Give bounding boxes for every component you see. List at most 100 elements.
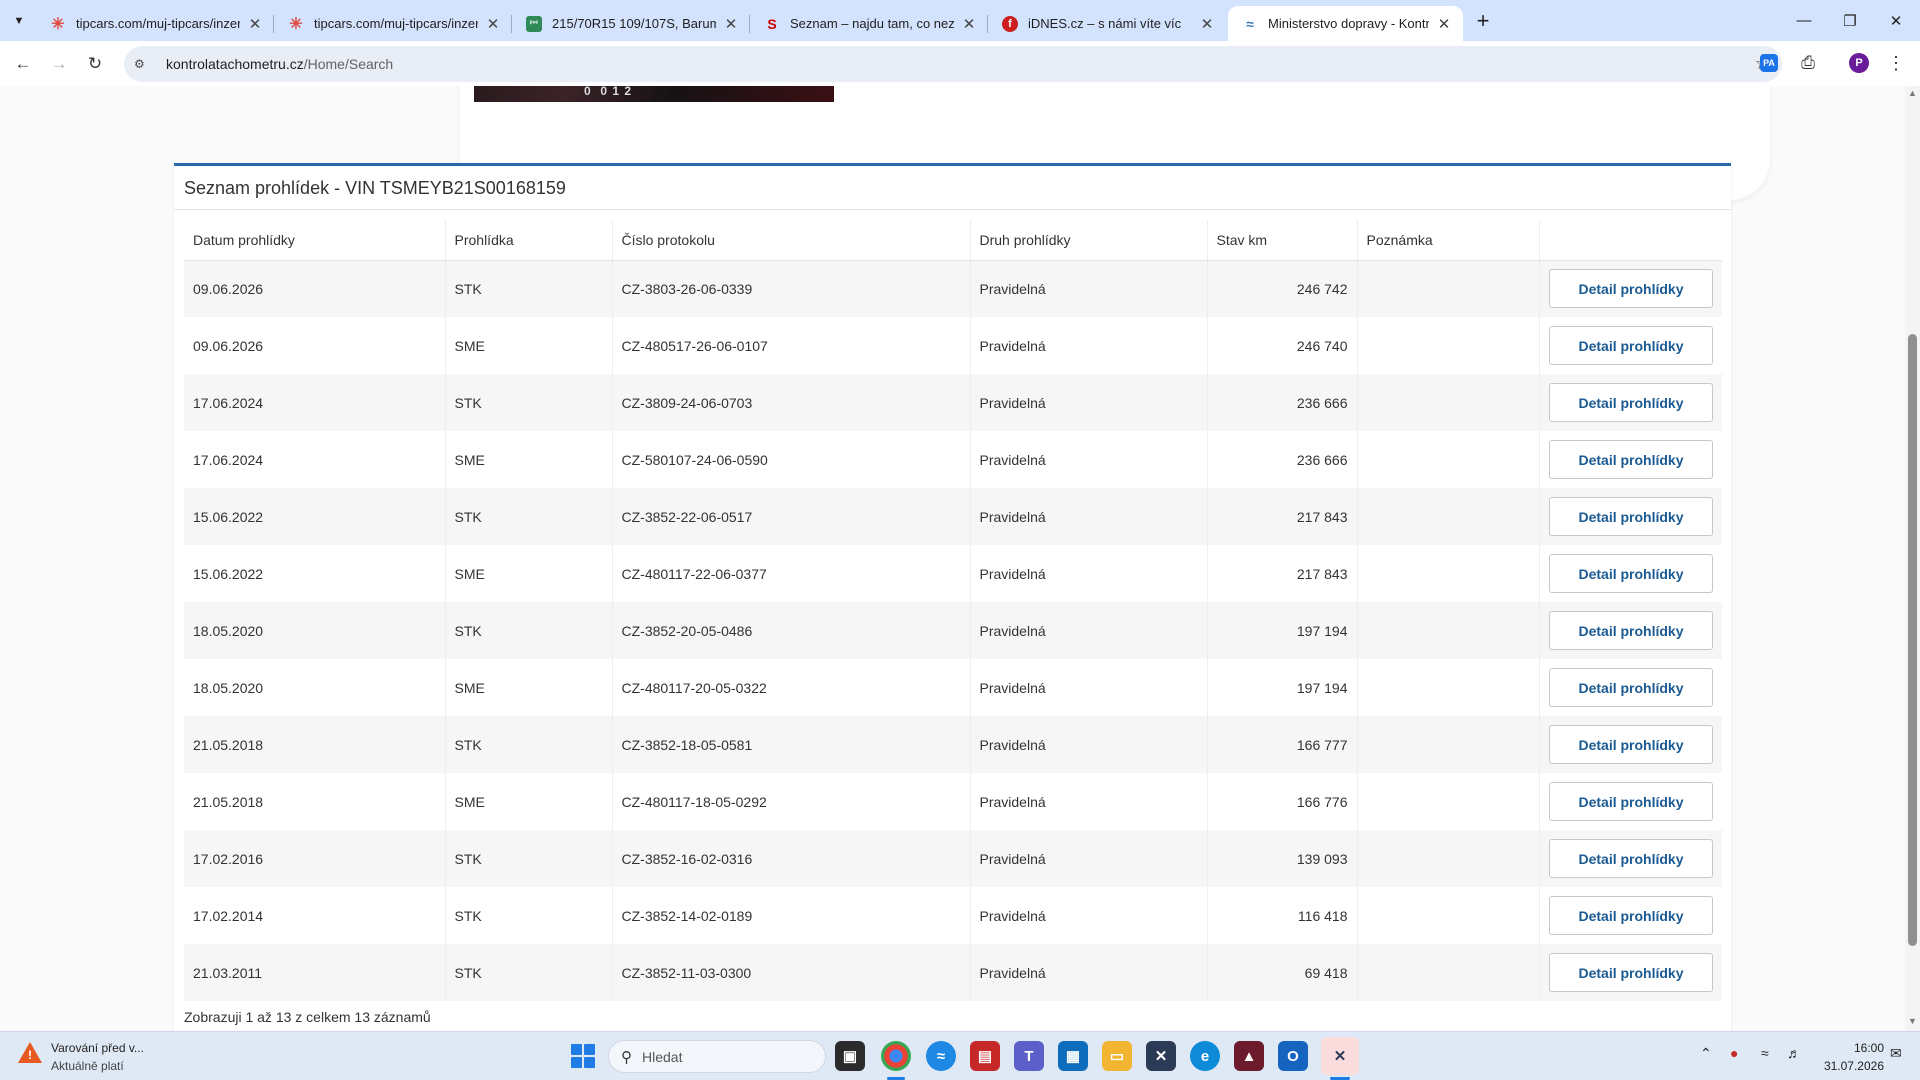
cell-action: Detail prohlídky (1538, 431, 1722, 488)
detail-inspection-button[interactable]: Detail prohlídky (1549, 269, 1713, 309)
outlook-icon[interactable]: O (1278, 1041, 1308, 1071)
detail-inspection-button[interactable]: Detail prohlídky (1549, 839, 1713, 878)
detail-inspection-button[interactable]: Detail prohlídky (1549, 440, 1713, 479)
cell-note (1356, 431, 1539, 488)
browser-tab-5-active[interactable]: ≈ Ministerstvo dopravy - Kontrola ✕ (1228, 6, 1463, 41)
mail-app-icon[interactable]: ≈ (926, 1041, 956, 1071)
cell-km: 236 666 (1206, 431, 1357, 488)
cell-note (1356, 317, 1539, 374)
back-arrow-icon[interactable]: ← (8, 49, 38, 79)
tray-status-icon[interactable]: ● (1730, 1045, 1738, 1061)
clock-time[interactable]: 16:00 (1820, 1041, 1884, 1055)
extensions-puzzle-icon[interactable]: ⎙ (1797, 52, 1819, 74)
detail-inspection-button[interactable]: Detail prohlídky (1549, 497, 1713, 536)
warning-title[interactable]: Varování před v... (51, 1041, 144, 1055)
detail-inspection-button[interactable]: Detail prohlídky (1549, 611, 1713, 650)
tray-chevron-up-icon[interactable]: ⌃ (1700, 1045, 1712, 1062)
cell-inspection: SME (444, 431, 612, 488)
teams-icon[interactable]: T (1014, 1041, 1044, 1071)
edge-icon[interactable]: e (1190, 1041, 1220, 1071)
browser-tab-1[interactable]: ✳ tipcars.com/muj-tipcars/inzerce ✕ (274, 6, 512, 41)
tab-title: tipcars.com/muj-tipcars/inzerce (314, 16, 478, 31)
restore-button[interactable]: ❐ (1827, 0, 1873, 41)
windows-start-icon[interactable] (571, 1044, 595, 1068)
close-tab-icon[interactable]: ✕ (1435, 15, 1453, 33)
red-app-icon[interactable]: ▤ (970, 1041, 1000, 1071)
column-header-protocol[interactable]: Číslo protokolu (611, 220, 970, 261)
column-header-inspection[interactable]: Prohlídka (444, 220, 612, 261)
minimize-button[interactable]: — (1781, 0, 1827, 41)
page-scrollbar[interactable]: ▲ ▼ (1905, 86, 1920, 1031)
store-icon[interactable]: ▦ (1058, 1041, 1088, 1071)
profile-avatar[interactable]: P (1849, 53, 1869, 73)
car-app-icon[interactable]: ▲ (1234, 1041, 1264, 1071)
chevron-down-icon: ▼ (13, 15, 25, 27)
table-body: 09.06.2026 STK CZ-3803-26-06-0339 Pravideln… (184, 260, 1722, 1001)
detail-inspection-button[interactable]: Detail prohlídky (1549, 668, 1713, 707)
cell-inspection: SME (444, 773, 612, 830)
cell-kind: Pravidelná (969, 488, 1207, 545)
reload-icon[interactable]: ↻ (80, 49, 110, 79)
active-tool-app-icon[interactable]: ✕ (1321, 1037, 1359, 1075)
scroll-down-arrow-icon[interactable]: ▼ (1908, 1016, 1917, 1026)
task-view-icon[interactable]: ▣ (835, 1041, 865, 1071)
close-window-button[interactable]: ✕ (1873, 0, 1919, 41)
detail-inspection-button[interactable]: Detail prohlídky (1549, 725, 1713, 764)
cell-kind: Pravidelná (969, 887, 1207, 944)
detail-inspection-button[interactable]: Detail prohlídky (1549, 326, 1713, 365)
cell-inspection: STK (444, 830, 612, 887)
taskbar-search[interactable]: ⚲ Hledat (608, 1040, 826, 1073)
cell-kind: Pravidelná (969, 659, 1207, 716)
clock-date[interactable]: 31.07.2026 (1820, 1059, 1884, 1073)
warning-subtitle[interactable]: Aktuálně platí (51, 1059, 124, 1073)
url-text[interactable]: kontrolatachometru.cz/Home/Search (166, 56, 393, 72)
tab-search-button[interactable]: ▼ (6, 8, 32, 34)
scroll-up-arrow-icon[interactable]: ▲ (1908, 88, 1917, 98)
cell-inspection: STK (444, 716, 612, 773)
detail-inspection-button[interactable]: Detail prohlídky (1549, 782, 1713, 821)
detail-inspection-button[interactable]: Detail prohlídky (1549, 953, 1713, 992)
scrollbar-thumb[interactable] (1908, 334, 1917, 946)
cell-km: 197 194 (1206, 659, 1357, 716)
notification-bell-icon[interactable]: ✉ (1890, 1045, 1902, 1062)
browser-tab-2[interactable]: ᵖⁿᵉ 215/70R15 109/107S, Barum, V ✕ (512, 6, 750, 41)
close-tab-icon[interactable]: ✕ (1198, 15, 1216, 33)
detail-inspection-button[interactable]: Detail prohlídky (1549, 896, 1713, 935)
column-header-note[interactable]: Poznámka (1356, 220, 1539, 261)
new-tab-button[interactable]: + (1470, 8, 1496, 34)
site-info-icon[interactable]: ⚙ (134, 57, 156, 71)
cell-action: Detail prohlídky (1538, 944, 1722, 1001)
column-header-kind[interactable]: Druh prohlídky (969, 220, 1207, 261)
cell-inspection: SME (444, 659, 612, 716)
extension-pa-icon[interactable]: PA (1760, 54, 1778, 72)
browser-tab-3[interactable]: S Seznam – najdu tam, co nezná ✕ (750, 6, 988, 41)
close-tab-icon[interactable]: ✕ (484, 15, 502, 33)
chrome-icon[interactable] (881, 1041, 911, 1071)
cell-km: 139 093 (1206, 830, 1357, 887)
browser-tab-4[interactable]: f iDNES.cz – s námi víte víc ✕ (988, 6, 1226, 41)
file-explorer-icon[interactable]: ▭ (1102, 1041, 1132, 1071)
cell-action: Detail prohlídky (1538, 887, 1722, 944)
cell-note (1356, 944, 1539, 1001)
weather-warning-widget[interactable]: ! (18, 1042, 42, 1066)
column-header-km[interactable]: Stav km (1206, 220, 1357, 261)
volume-icon[interactable]: ♬ (1787, 1045, 1801, 1061)
wifi-icon[interactable]: ≈ (1761, 1045, 1769, 1061)
cell-kind: Pravidelná (969, 830, 1207, 887)
cell-action: Detail prohlídky (1538, 545, 1722, 602)
cell-date: 09.06.2026 (184, 317, 445, 374)
browser-menu-icon[interactable]: ⋮ (1885, 52, 1907, 74)
browser-tab-0[interactable]: ✳ tipcars.com/muj-tipcars/inzerce ✕ (36, 6, 274, 41)
detail-inspection-button[interactable]: Detail prohlídky (1549, 383, 1713, 422)
tool-app-icon[interactable]: ✕ (1146, 1041, 1176, 1071)
column-header-date[interactable]: Datum prohlídky (184, 220, 445, 261)
close-tab-icon[interactable]: ✕ (722, 15, 740, 33)
close-tab-icon[interactable]: ✕ (246, 15, 264, 33)
cell-km: 246 740 (1206, 317, 1357, 374)
tyre-shop-icon: ᵖⁿᵉ (526, 15, 542, 32)
close-tab-icon[interactable]: ✕ (960, 15, 978, 33)
detail-inspection-button[interactable]: Detail prohlídky (1549, 554, 1713, 593)
column-header-action (1538, 220, 1722, 261)
address-bar[interactable]: ⚙ kontrolatachometru.cz/Home/Search ☆ (124, 46, 1782, 82)
forward-arrow-icon[interactable]: → (44, 49, 74, 79)
